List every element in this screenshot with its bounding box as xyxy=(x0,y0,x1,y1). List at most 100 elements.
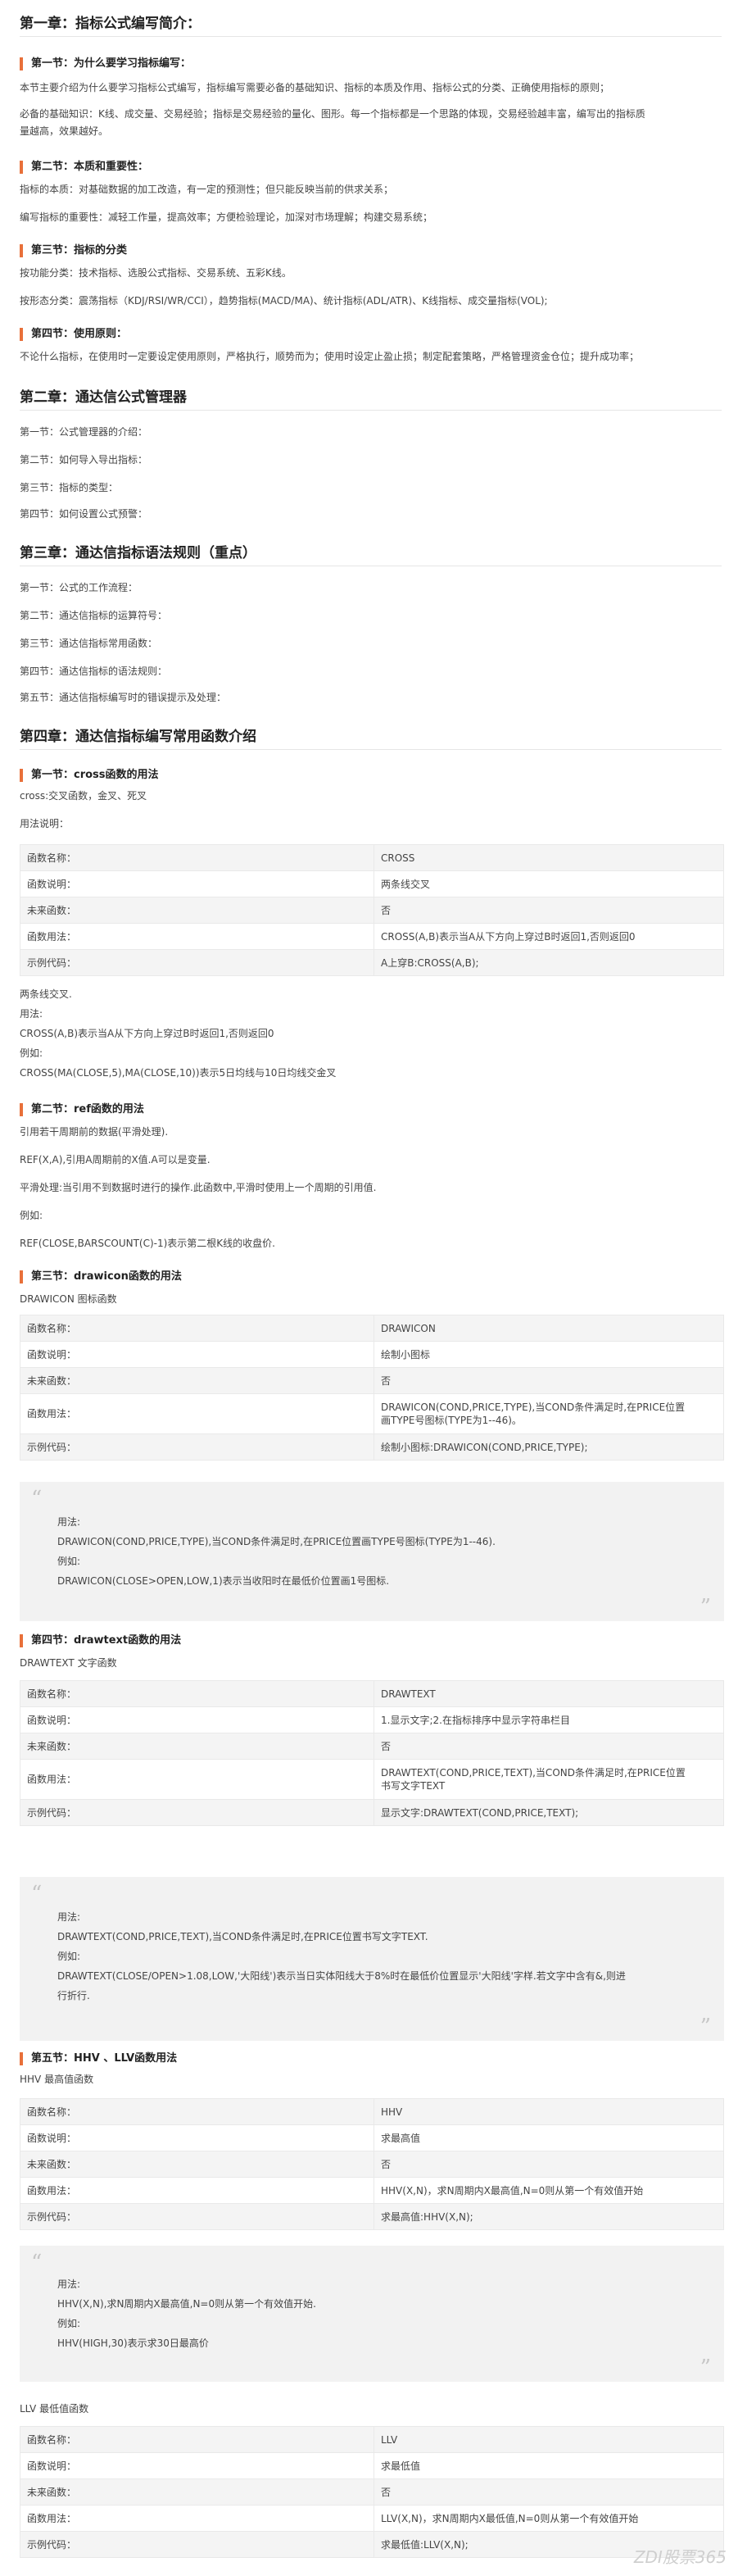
ref-line: 例如: xyxy=(20,1210,43,1221)
ch1-section-3-title: 第三节：指标的分类 xyxy=(20,244,127,257)
table-row: 示例代码： A上穿B:CROSS(A,B); xyxy=(20,949,724,976)
table-cell-value: 1.显示文字;2.在指标排序中显示字符串栏目 xyxy=(374,1706,724,1733)
hhv-blockquote: “ 用法: HHV(X,N),求N周期内X最高值,N=0则从第一个有效值开始. … xyxy=(20,2246,724,2382)
ch3-item-5: 第五节：通达信指标编写时的错误提示及处理： xyxy=(20,692,227,703)
ch3-item-1: 第一节：公式的工作流程： xyxy=(20,582,138,593)
ch3-item-2: 第二节：通达信指标的运算符号： xyxy=(20,610,168,621)
ch1-s2-paragraph-2: 编写指标的重要性：减轻工作量，提高效率；方便检验理论，加深对市场理解；构建交易系… xyxy=(20,211,433,223)
table-row: 函数用法： HHV(X,N)，求N周期内X最高值,N=0则从第一个有效值开始 xyxy=(20,2177,724,2204)
ch2-item-4: 第四节：如何设置公式预警： xyxy=(20,508,148,520)
table-row: 函数用法： DRAWTEXT(COND,PRICE,TEXT),当COND条件满足… xyxy=(20,1759,724,1800)
cross-note-line: CROSS(A,B)表示当A从下方向上穿过B时返回1,否则返回0 xyxy=(20,1028,274,1039)
quote-line: 例如: xyxy=(57,1556,81,1567)
ref-line: REF(CLOSE,BARSCOUNT(C)-1)表示第二根K线的收盘价. xyxy=(20,1238,275,1249)
ch3-item-3: 第三节：通达信指标常用函数： xyxy=(20,638,158,649)
ch1-s2-paragraph-1: 指标的本质：对基础数据的加工改造，有一定的预测性；但只能反映当前的供求关系； xyxy=(20,184,394,195)
table-cell-key: 未来函数： xyxy=(20,897,374,924)
table-row: 函数用法： DRAWICON(COND,PRICE,TYPE),当COND条件满足… xyxy=(20,1393,724,1434)
table-cell-value: CROSS(A,B)表示当A从下方向上穿过B时返回1,否则返回0 xyxy=(374,923,724,950)
table-row: 函数说明： 绘制小图标 xyxy=(20,1341,724,1368)
quote-line: 用法: xyxy=(57,1911,81,1923)
ref-line: 引用若干周期前的数据(平滑处理). xyxy=(20,1126,169,1138)
llv-intro: LLV 最低值函数 xyxy=(20,2403,89,2415)
chapter-4-divider xyxy=(20,749,722,750)
quote-close-icon: ” xyxy=(700,2356,711,2380)
cross-note-line: 用法: xyxy=(20,1008,43,1020)
table-cell-value: 求最高值:HHV(X,N); xyxy=(374,2203,724,2230)
chapter-2-title: 第二章：通达信公式管理器 xyxy=(20,389,187,406)
table-row: 未来函数：否 xyxy=(20,2478,724,2506)
chapter-1-divider xyxy=(20,36,722,37)
table-cell-value: DRAWICON xyxy=(374,1315,724,1342)
chapter-1-title: 第一章：指标公式编写简介： xyxy=(20,16,201,32)
llv-function-table: 函数名称： LLV 函数说明： 求最低值 未来函数：否 函数用法： LLV(X,N)，… xyxy=(20,2426,724,2558)
table-cell-value: 否 xyxy=(374,1733,724,1760)
quote-open-icon: “ xyxy=(31,2251,43,2275)
table-row: 函数说明： 求最低值 xyxy=(20,2452,724,2479)
table-row: 函数名称： DRAWTEXT xyxy=(20,1680,724,1707)
quote-line: 例如: xyxy=(57,2318,81,2329)
ch4-section-3-title: 第三节：drawicon函数的用法 xyxy=(20,1270,182,1283)
ch1-s1-paragraph-1: 本节主要介绍为什么要学习指标公式编写，指标编写需要必备的基础知识、指标的本质及作… xyxy=(20,82,610,93)
table-cell-value: DRAWTEXT(COND,PRICE,TEXT),当COND条件满足时,在PR… xyxy=(374,1759,724,1800)
table-cell-value: CROSS xyxy=(374,844,724,871)
ch1-s1-paragraph-2b: 量越高，效果越好。 xyxy=(20,125,109,137)
table-cell-value: A上穿B:CROSS(A,B); xyxy=(374,949,724,976)
table-cell-value: 绘制小图标:DRAWICON(COND,PRICE,TYPE); xyxy=(374,1433,724,1461)
chapter-3-title: 第三章：通达信指标语法规则（重点） xyxy=(20,545,256,561)
table-cell-key: 示例代码： xyxy=(20,949,374,976)
table-row: 函数用法： CROSS(A,B)表示当A从下方向上穿过B时返回1,否则返回0 xyxy=(20,923,724,950)
table-row: 未来函数：否 xyxy=(20,1367,724,1394)
table-cell-value: LLV(X,N)，求N周期内X最低值,N=0则从第一个有效值开始 xyxy=(374,2505,724,2532)
ch4-section-2-title: 第二节：ref函数的用法 xyxy=(20,1103,144,1116)
table-cell-key: 函数名称： xyxy=(20,2426,374,2453)
table-cell-key: 函数名称： xyxy=(20,1680,374,1707)
table-cell-key: 函数用法： xyxy=(20,2177,374,2204)
table-cell-value: 显示文字:DRAWTEXT(COND,PRICE,TEXT); xyxy=(374,1799,724,1826)
table-cell-value: HHV xyxy=(374,2098,724,2125)
ch2-item-3: 第三节：指标的类型： xyxy=(20,482,119,493)
table-cell-key: 示例代码： xyxy=(20,2203,374,2230)
drawtext-function-table: 函数名称： DRAWTEXT 函数说明： 1.显示文字;2.在指标排序中显示字符串栏… xyxy=(20,1680,724,1826)
table-cell-value: DRAWICON(COND,PRICE,TYPE),当COND条件满足时,在PR… xyxy=(374,1393,724,1434)
table-cell-key: 示例代码： xyxy=(20,1433,374,1461)
cross-note-line: CROSS(MA(CLOSE,5),MA(CLOSE,10))表示5日均线与10… xyxy=(20,1067,337,1079)
quote-line: DRAWICON(COND,PRICE,TYPE),当COND条件满足时,在PR… xyxy=(57,1536,496,1547)
ch1-s1-paragraph-2a: 必备的基础知识：K线、成交量、交易经验；指标是交易经验的量化、图形。每一个指标都… xyxy=(20,108,645,120)
table-cell-line: DRAWTEXT(COND,PRICE,TEXT),当COND条件满足时,在PR… xyxy=(381,1767,686,1779)
ch4-section-1-title: 第一节：cross函数的用法 xyxy=(20,769,159,782)
table-row: 未来函数：否 xyxy=(20,2151,724,2178)
table-row: 函数说明： 求最高值 xyxy=(20,2124,724,2151)
ch4-section-4-title: 第四节：drawtext函数的用法 xyxy=(20,1634,181,1647)
quote-open-icon: “ xyxy=(31,1882,43,1906)
quote-line: 例如: xyxy=(57,1951,81,1962)
quote-line: DRAWTEXT(COND,PRICE,TEXT),当COND条件满足时,在PR… xyxy=(57,1931,428,1942)
table-row: 函数说明： 两条线交叉 xyxy=(20,870,724,897)
table-cell-key: 未来函数： xyxy=(20,1367,374,1394)
table-cell-key: 未来函数： xyxy=(20,2478,374,2506)
table-cell-key: 函数说明： xyxy=(20,2452,374,2479)
table-cell-key: 函数说明： xyxy=(20,1706,374,1733)
table-cell-key: 示例代码： xyxy=(20,2531,374,2558)
table-row: 函数名称： LLV xyxy=(20,2426,724,2453)
table-cell-key: 函数说明： xyxy=(20,870,374,897)
quote-line: DRAWTEXT(CLOSE/OPEN>1.08,LOW,'大阳线')表示当日实… xyxy=(57,1970,626,1982)
table-cell-value: 绘制小图标 xyxy=(374,1341,724,1368)
ch1-section-1-title: 第一节：为什么要学习指标编写： xyxy=(20,57,191,70)
ch1-section-4-title: 第四节：使用原则： xyxy=(20,328,127,341)
ch4-s1-usage-label: 用法说明： xyxy=(20,818,70,829)
table-cell-key: 未来函数： xyxy=(20,1733,374,1760)
table-cell-key: 函数用法： xyxy=(20,1759,374,1800)
table-cell-line: 画TYPE号图标(TYPE为1--46)。 xyxy=(381,1415,522,1426)
hhv-function-table: 函数名称： HHV 函数说明： 求最高值 未来函数：否 函数用法： HHV(X,N)，… xyxy=(20,2098,724,2230)
table-row: 函数说明： 1.显示文字;2.在指标排序中显示字符串栏目 xyxy=(20,1706,724,1733)
table-cell-key: 函数说明： xyxy=(20,1341,374,1368)
table-cell-value: LLV xyxy=(374,2426,724,2453)
ch1-section-2-title: 第二节：本质和重要性： xyxy=(20,161,148,174)
table-cell-key: 未来函数： xyxy=(20,2151,374,2178)
quote-line: 用法: xyxy=(57,1516,81,1528)
table-cell-key: 函数说明： xyxy=(20,2124,374,2151)
table-row: 未来函数：否 xyxy=(20,1733,724,1760)
quote-close-icon: ” xyxy=(700,2015,711,2039)
table-cell-key: 函数名称： xyxy=(20,844,374,871)
